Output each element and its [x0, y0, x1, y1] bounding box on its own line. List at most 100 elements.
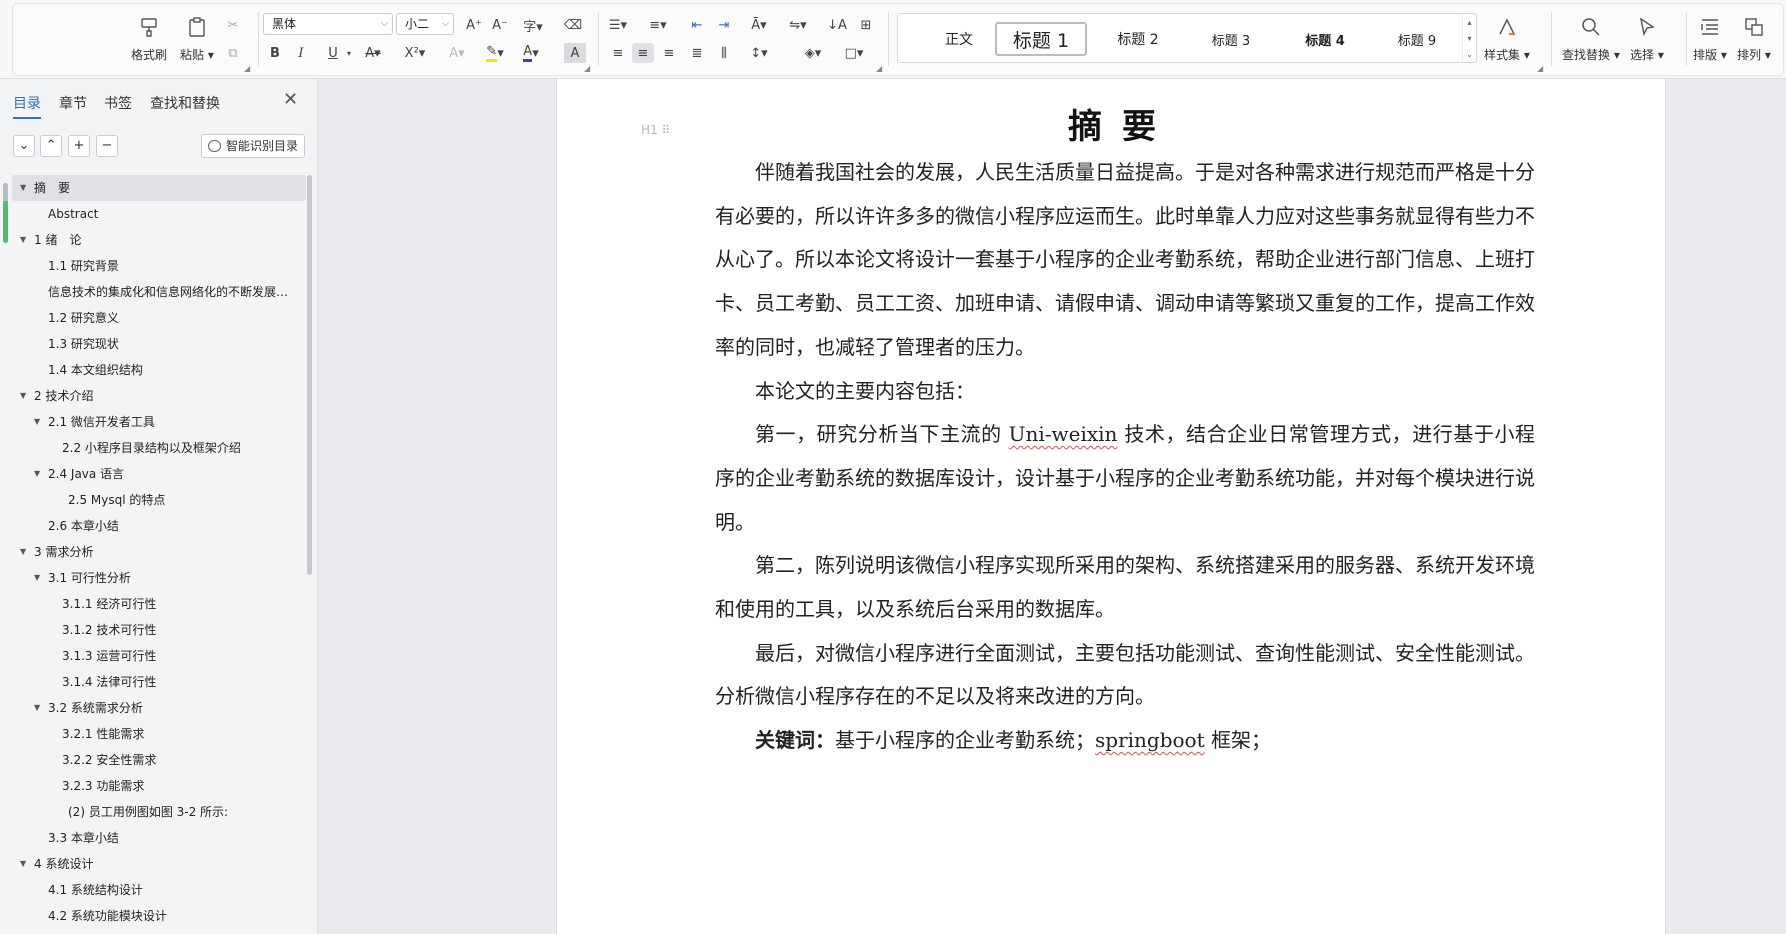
text-effect-icon[interactable]: A▾: [446, 43, 468, 63]
tab-sections[interactable]: 章节: [59, 93, 87, 113]
paragraph[interactable]: 最后，对微信小程序进行全面测试，主要包括功能测试、查询性能测试、安全性能测试。分…: [715, 632, 1535, 719]
toc-item[interactable]: 3.1.4 法律可行性: [12, 669, 306, 695]
superscript-icon[interactable]: X²▾: [404, 43, 426, 63]
styles-launcher-icon[interactable]: ◢: [1537, 64, 1543, 73]
italic-button[interactable]: I: [290, 43, 312, 63]
toc-item[interactable]: ▼ 3.1 可行性分析: [12, 565, 306, 591]
paste-button[interactable]: 粘贴 ▾: [180, 14, 214, 63]
paragraph-launcher-icon[interactable]: ◢: [876, 64, 882, 73]
tab-find-replace[interactable]: 查找和替换: [150, 93, 220, 113]
style-heading-3[interactable]: 标题 3: [1188, 22, 1274, 56]
tab-bookmarks[interactable]: 书签: [104, 93, 132, 113]
char-shading-icon[interactable]: A: [564, 43, 586, 63]
paragraph[interactable]: 第一，研究分析当下主流的 Uni-weixin 技术，结合企业日常管理方式，进行…: [715, 413, 1535, 544]
toc-item[interactable]: (2) 员工用例图如图 3-2 所示:: [12, 799, 306, 825]
remove-heading-button[interactable]: −: [96, 135, 118, 157]
chevron-down-icon[interactable]: ▾: [1467, 34, 1471, 43]
toc-item[interactable]: 3.1.2 技术可行性: [12, 617, 306, 643]
font-size-select[interactable]: 小二 ⌵: [396, 13, 454, 35]
toc-item[interactable]: ▼ 摘 要: [12, 175, 306, 201]
decrease-indent-icon[interactable]: ⇤: [686, 15, 708, 35]
chevron-down-icon[interactable]: ▾: [338, 43, 360, 63]
style-set-button[interactable]: 样式集 ▾: [1484, 14, 1530, 63]
toc-item[interactable]: 2.2 小程序目录结构以及框架介绍: [12, 435, 306, 461]
document-page[interactable]: H1 ⠿ 摘要 伴随着我国社会的发展，人民生活质量日益提高。于是对各种需求进行规…: [556, 79, 1666, 934]
find-replace-button[interactable]: 查找替换 ▾: [1562, 14, 1620, 63]
toc-item[interactable]: 3.1.1 经济可行性: [12, 591, 306, 617]
paragraph[interactable]: 第二，陈列说明该微信小程序实现所采用的架构、系统搭建采用的服务器、系统开发环境和…: [715, 544, 1535, 631]
page-title[interactable]: 摘要: [557, 99, 1667, 148]
style-heading-1[interactable]: 标题 1: [995, 22, 1087, 56]
border-icon[interactable]: □▾: [843, 43, 865, 63]
toc-item[interactable]: ▼ 2.1 微信开发者工具: [12, 409, 306, 435]
toc-item[interactable]: ▼ 3.2 系统需求分析: [12, 695, 306, 721]
add-heading-button[interactable]: +: [68, 135, 90, 157]
line-break-icon[interactable]: ⇋▾: [787, 15, 809, 35]
toc-item[interactable]: 4.2 系统功能模块设计: [12, 903, 306, 929]
toc-item[interactable]: 1.2 研究意义: [12, 305, 306, 331]
toc-item[interactable]: 4.1 系统结构设计: [12, 877, 306, 903]
toc-item[interactable]: 1.3 研究现状: [12, 331, 306, 357]
expand-triangle-icon[interactable]: ▼: [20, 175, 26, 201]
paragraph[interactable]: 伴随着我国社会的发展，人民生活质量日益提高。于是对各种需求进行规范而严格是十分有…: [715, 151, 1535, 370]
smart-toc-button[interactable]: 智能识别目录: [201, 134, 305, 158]
font-color-icon[interactable]: A ▾: [520, 43, 542, 63]
paragraph[interactable]: 本论文的主要内容包括：: [715, 370, 1535, 414]
clipboard-launcher-icon[interactable]: ◢: [244, 64, 250, 73]
layout-button[interactable]: 排版 ▾: [1693, 14, 1727, 63]
document-body[interactable]: 伴随着我国社会的发展，人民生活质量日益提高。于是对各种需求进行规范而严格是十分有…: [715, 151, 1535, 763]
style-heading-9[interactable]: 标题 9: [1376, 22, 1458, 56]
close-icon[interactable]: ✕: [283, 89, 298, 110]
font-launcher-icon[interactable]: ◢: [584, 64, 590, 73]
toc-item[interactable]: ▼ 3 需求分析: [12, 539, 306, 565]
tab-toc[interactable]: 目录: [13, 93, 41, 119]
move-up-button[interactable]: ⌃: [40, 135, 62, 157]
expand-triangle-icon[interactable]: ▼: [34, 409, 40, 435]
expand-triangle-icon[interactable]: ▼: [34, 695, 40, 721]
toc-item[interactable]: 3.2.1 性能需求: [12, 721, 306, 747]
highlight-icon[interactable]: ✎ ▾: [484, 43, 506, 63]
select-button[interactable]: 选择 ▾: [1630, 14, 1664, 63]
increase-indent-icon[interactable]: ⇥: [713, 15, 735, 35]
style-heading-2[interactable]: 标题 2: [1094, 22, 1182, 56]
align-center-icon[interactable]: ≡: [632, 43, 654, 63]
toc-item[interactable]: ▼ 2.4 Java 语言: [12, 461, 306, 487]
bullet-list-icon[interactable]: ☰▾: [607, 15, 629, 35]
grow-font-icon[interactable]: A⁺: [463, 15, 485, 35]
shrink-font-icon[interactable]: A⁻: [489, 15, 511, 35]
toc-item[interactable]: 2.5 Mysql 的特点: [12, 487, 306, 513]
arrange-button[interactable]: 排列 ▾: [1737, 14, 1771, 63]
cut-icon[interactable]: ✂: [222, 15, 244, 35]
spellcheck-word[interactable]: Uni-weixin: [1009, 422, 1118, 446]
font-name-select[interactable]: 黑体 ⌵: [263, 13, 393, 35]
keywords-paragraph[interactable]: 关键词：基于小程序的企业考勤系统；springboot 框架；: [715, 719, 1535, 763]
toc-item[interactable]: 3.1.3 运营可行性: [12, 643, 306, 669]
align-right-icon[interactable]: ≡: [658, 43, 680, 63]
strikethrough-icon[interactable]: A▾: [362, 43, 384, 63]
collapse-all-button[interactable]: ⌄: [13, 135, 35, 157]
expand-triangle-icon[interactable]: ▼: [34, 461, 40, 487]
chevron-up-icon[interactable]: ▴: [1467, 18, 1471, 27]
expand-gallery-icon[interactable]: ⌄: [1466, 50, 1473, 59]
toc-item[interactable]: 3.2.3 功能需求: [12, 773, 306, 799]
phonetic-guide-icon[interactable]: 字▾: [522, 15, 544, 35]
format-painter-button[interactable]: 格式刷: [131, 14, 167, 63]
spellcheck-word[interactable]: springboot: [1095, 728, 1205, 752]
toc-item[interactable]: ▼ 4 系统设计: [12, 851, 306, 877]
toc-item[interactable]: ▼ 2 技术介绍: [12, 383, 306, 409]
style-heading-4[interactable]: 标题 4: [1282, 22, 1368, 56]
toc-item[interactable]: 1.4 本文组织结构: [12, 357, 306, 383]
toc-item[interactable]: 2.6 本章小结: [12, 513, 306, 539]
copy-icon[interactable]: ⧉: [222, 43, 244, 63]
expand-triangle-icon[interactable]: ▼: [20, 383, 26, 409]
expand-triangle-icon[interactable]: ▼: [20, 539, 26, 565]
clear-format-icon[interactable]: ⌫: [562, 15, 584, 35]
toc-item[interactable]: 3.3 本章小结: [12, 825, 306, 851]
toc-item[interactable]: 信息技术的集成化和信息网络化的不断发展，...: [12, 279, 306, 305]
toc-item[interactable]: 1.1 研究背景: [12, 253, 306, 279]
shading-icon[interactable]: ◈▾: [802, 43, 824, 63]
expand-triangle-icon[interactable]: ▼: [34, 565, 40, 591]
style-normal[interactable]: 正文: [916, 22, 1002, 56]
numbered-list-icon[interactable]: ≡▾: [647, 15, 669, 35]
show-marks-icon[interactable]: ⊞: [855, 15, 877, 35]
